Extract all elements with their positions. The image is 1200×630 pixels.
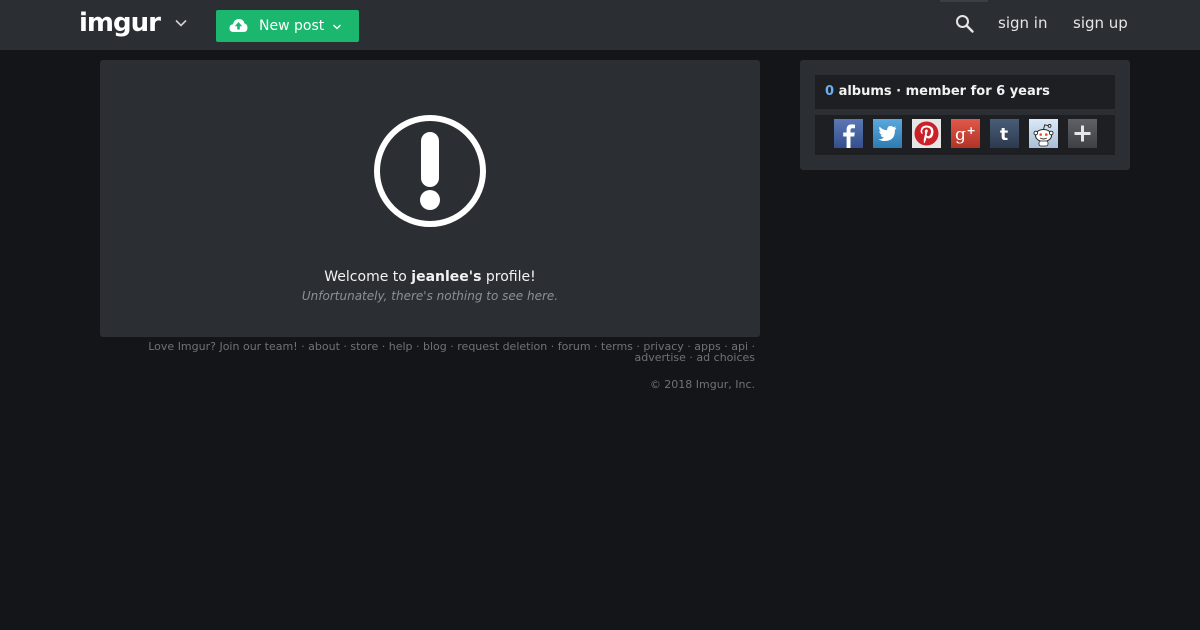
imgur-logo[interactable]: imgur	[79, 8, 161, 38]
profile-panel: Welcome to jeanlee's profile! Unfortunat…	[100, 60, 760, 337]
share-facebook-button[interactable]	[834, 119, 863, 148]
footer-separator: ·	[339, 340, 351, 353]
empty-profile-message: Unfortunately, there's nothing to see he…	[301, 289, 559, 303]
footer-separator: ·	[378, 340, 389, 353]
footer-link-blog[interactable]: blog	[423, 340, 447, 353]
footer-separator: ·	[547, 340, 558, 353]
footer-separator: ·	[412, 340, 423, 353]
footer-link-help[interactable]: help	[389, 340, 413, 353]
albums-member-label: albums · member for 6 years	[834, 84, 1050, 99]
share-more-button[interactable]	[1068, 119, 1097, 148]
album-count: 0	[825, 84, 835, 99]
cloud-upload-icon	[229, 19, 248, 32]
footer-link-about[interactable]: about	[308, 340, 340, 353]
svg-text:g: g	[955, 125, 966, 145]
footer-link-store[interactable]: store	[350, 340, 378, 353]
pinterest-icon	[912, 119, 941, 148]
footer-link-request-deletion[interactable]: request deletion	[457, 340, 547, 353]
share-reddit-button[interactable]	[1029, 119, 1058, 148]
chevron-down-icon	[333, 24, 341, 30]
chevron-down-icon[interactable]	[174, 16, 188, 30]
new-post-label: New post	[259, 18, 325, 34]
svg-text:t: t	[1000, 125, 1008, 145]
reddit-icon	[1029, 119, 1058, 148]
svg-text:+: +	[967, 124, 976, 137]
search-tab-indicator	[940, 0, 988, 2]
share-tumblr-button[interactable]: t	[990, 119, 1019, 148]
profile-stats: 0 albums · member for 6 years	[815, 75, 1115, 109]
twitter-icon	[873, 119, 902, 148]
footer-separator: ·	[685, 351, 697, 364]
welcome-prefix: Welcome to	[324, 269, 412, 285]
footer-separator: ·	[446, 340, 458, 353]
footer-link-careers[interactable]: Love Imgur? Join our team!	[148, 340, 297, 353]
footer-link-forum[interactable]: forum	[558, 340, 591, 353]
share-google-plus-button[interactable]: g +	[951, 119, 980, 148]
copyright-text: © 2018 Imgur, Inc.	[649, 378, 755, 391]
profile-username: jeanlee's	[411, 269, 482, 285]
share-buttons: g + t	[815, 115, 1115, 155]
search-icon[interactable]	[955, 14, 975, 34]
footer-separator: ·	[590, 340, 602, 353]
sign-in-link[interactable]: sign in	[998, 14, 1047, 32]
top-navbar: imgur New post sign in sign up	[0, 0, 1200, 50]
footer-link-advertise[interactable]: advertise	[635, 351, 686, 364]
tumblr-icon: t	[990, 119, 1019, 148]
exclamation-circle-icon	[374, 115, 486, 227]
share-twitter-button[interactable]	[873, 119, 902, 148]
more-icon	[1068, 119, 1097, 148]
footer-separator: ·	[297, 340, 309, 353]
footer-links: Love Imgur? Join our team! · about · sto…	[120, 341, 755, 363]
share-pinterest-button[interactable]	[912, 119, 941, 148]
welcome-suffix: profile!	[481, 269, 536, 285]
profile-sidebar: 0 albums · member for 6 years g + t	[800, 60, 1130, 170]
welcome-message: Welcome to jeanlee's profile!	[100, 268, 760, 286]
footer-link-ad-choices[interactable]: ad choices	[696, 351, 755, 364]
google-plus-icon: g +	[951, 119, 980, 148]
sign-up-link[interactable]: sign up	[1073, 14, 1128, 32]
facebook-icon	[834, 119, 863, 148]
footer-link-terms[interactable]: terms	[601, 340, 633, 353]
new-post-button[interactable]: New post	[216, 10, 359, 42]
